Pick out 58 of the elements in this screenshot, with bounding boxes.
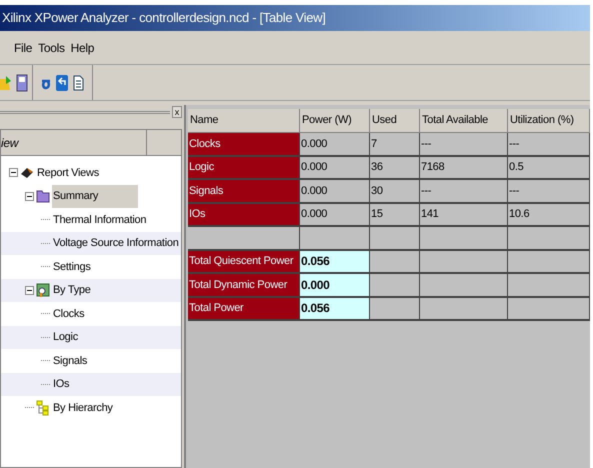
table-cell: Logic: [188, 156, 300, 180]
close-button[interactable]: x: [172, 106, 182, 118]
table-cell: 141: [420, 204, 508, 227]
table-cell: 0.000: [300, 274, 370, 298]
table-cell: 0.000: [300, 180, 370, 204]
column-header-blank: [147, 130, 181, 155]
column-header[interactable]: Name: [188, 109, 300, 133]
table-cell: ---: [508, 133, 590, 156]
hierarchy-icon: [36, 400, 50, 416]
table-cell: 0.000: [300, 156, 370, 180]
document-icon[interactable]: [73, 74, 84, 90]
save-icon[interactable]: [16, 74, 28, 92]
table-cell: IOs: [188, 204, 300, 227]
table-cell: Total Quiescent Power: [188, 250, 300, 274]
table-cell: ---: [420, 133, 508, 156]
back-icon[interactable]: [56, 74, 68, 90]
table-cell: 0.056: [300, 250, 370, 274]
collapse-icon[interactable]: [25, 286, 34, 295]
tree-item[interactable]: Clocks: [52, 306, 86, 322]
column-header[interactable]: Power (W): [300, 109, 370, 133]
table-cell: 7168: [420, 156, 508, 180]
table-cell: 0.056: [300, 298, 370, 321]
table-cell: 0.000: [300, 133, 370, 156]
table-cell: 30: [370, 180, 420, 204]
tree-item[interactable]: Logic: [52, 329, 79, 346]
table-cell: 0.000: [300, 204, 370, 227]
window-title: Xilinx XPower Analyzer - controllerdesign.ncd - [Table View]: [2, 9, 326, 28]
table-cell: Clocks: [188, 133, 300, 156]
tree-item[interactable]: IOs: [52, 376, 70, 392]
table-cell: ---: [508, 180, 590, 204]
table-cell: Total Dynamic Power: [188, 274, 300, 298]
table-cell: 0.5: [508, 156, 590, 180]
menu-item[interactable]: Tools: [38, 38, 65, 56]
collapse-icon[interactable]: [9, 168, 18, 178]
tree-item[interactable]: Report Views: [36, 164, 100, 181]
tree-item[interactable]: Signals: [52, 352, 88, 369]
tree-item[interactable]: By Hierarchy: [52, 400, 114, 416]
tree-item[interactable]: By Type: [52, 282, 92, 298]
table-cell: Signals: [188, 180, 300, 204]
menu-item[interactable]: File: [14, 38, 32, 56]
column-header[interactable]: Utilization (%): [508, 109, 590, 133]
menu-item[interactable]: Help: [70, 38, 94, 56]
tree-item[interactable]: Summary: [52, 185, 138, 208]
chart-icon: [36, 283, 50, 298]
column-header[interactable]: iew: [1, 130, 147, 155]
table-cell: Total Power: [188, 298, 300, 321]
table-cell: 7: [370, 133, 420, 156]
chip-icon: [20, 166, 34, 180]
table-cell: ---: [420, 180, 508, 204]
collapse-icon[interactable]: [25, 192, 34, 201]
column-header[interactable]: Used: [370, 109, 420, 133]
folder-icon: [36, 189, 50, 204]
table-cell: 15: [370, 204, 420, 227]
tree-item[interactable]: Settings: [52, 258, 92, 275]
table-cell: 10.6: [508, 204, 590, 227]
table-cell: 36: [370, 156, 420, 180]
column-header[interactable]: Total Available: [420, 109, 508, 133]
tree-item[interactable]: Thermal Information: [52, 212, 148, 228]
